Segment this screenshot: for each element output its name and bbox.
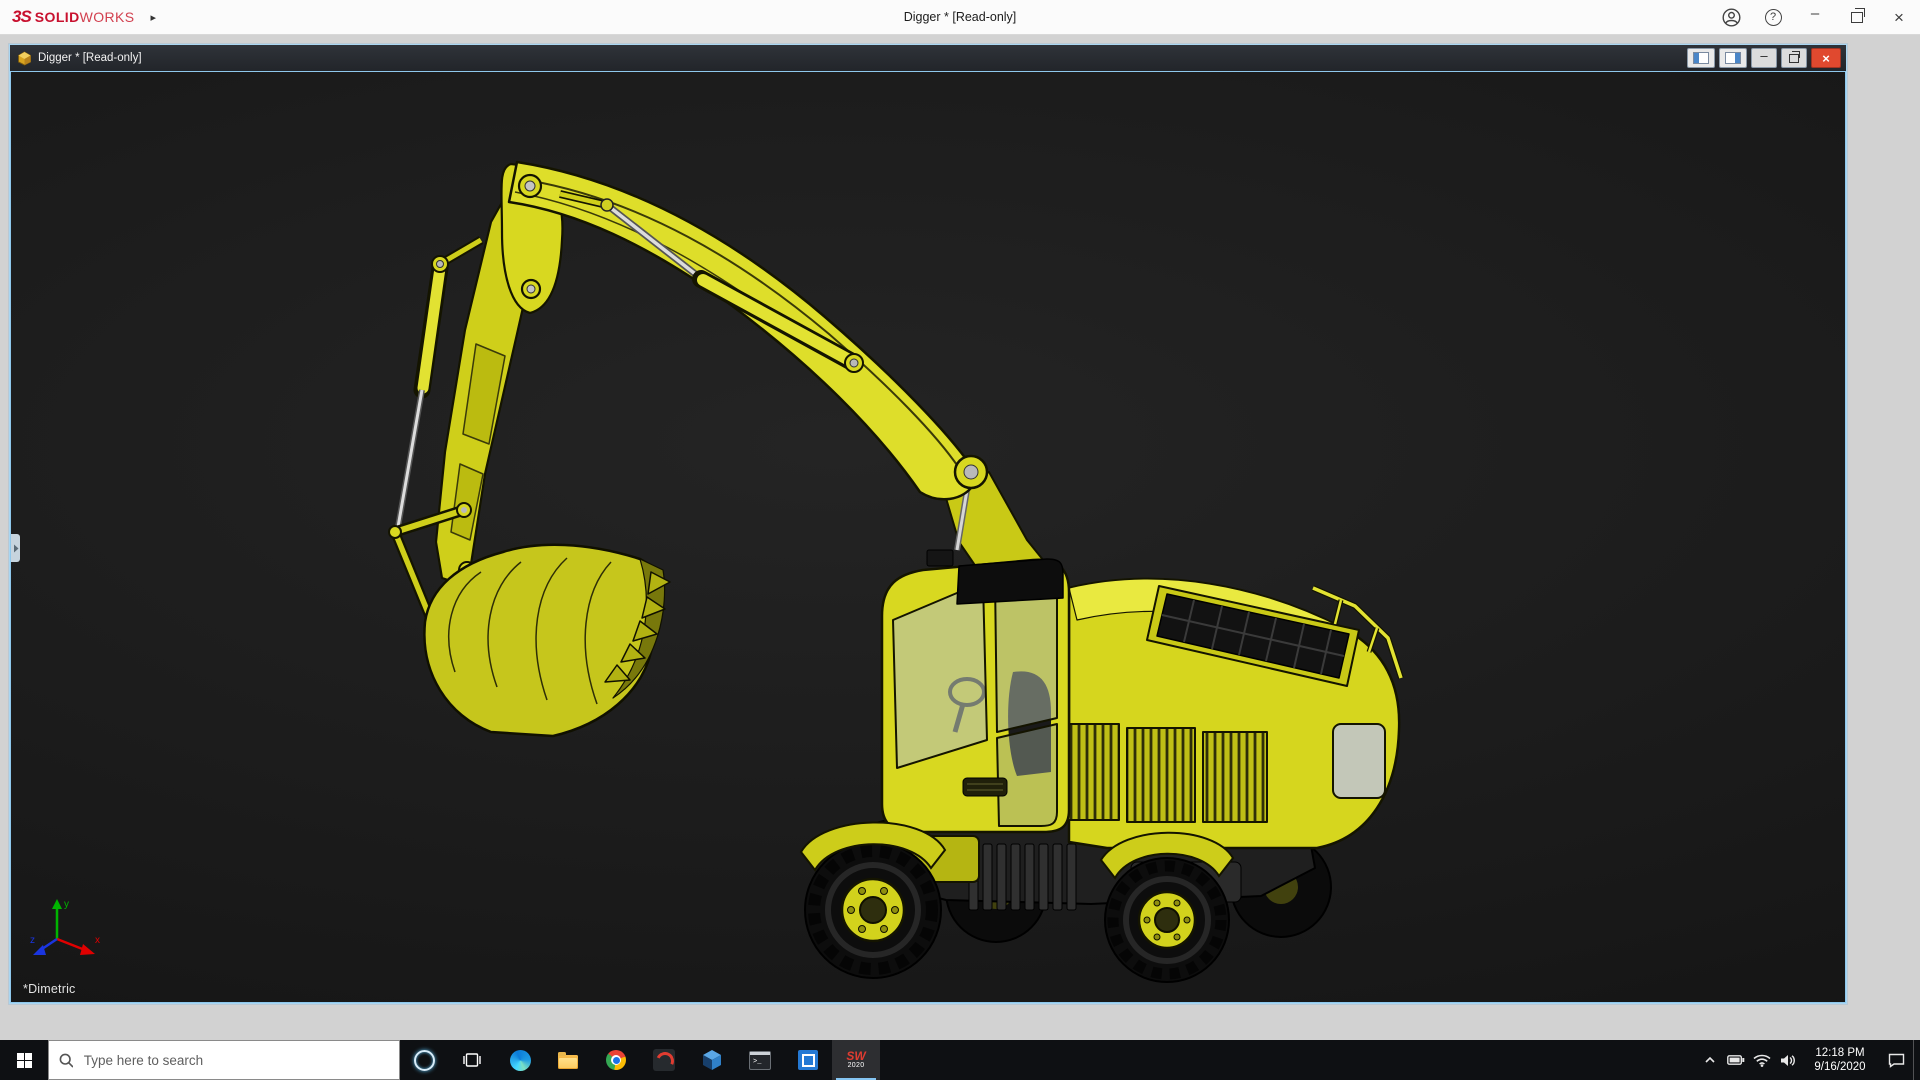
- cab: [882, 550, 1069, 832]
- user-icon: [1722, 8, 1741, 27]
- chevron-up-icon: [1704, 1056, 1716, 1064]
- solidworks-taskbar-icon: SW: [846, 1050, 865, 1062]
- chrome-button[interactable]: [592, 1040, 640, 1080]
- windows-start-icon: [17, 1053, 32, 1068]
- chevron-right-icon: [13, 544, 19, 553]
- action-center-icon: [1888, 1053, 1905, 1068]
- edge-icon: [510, 1050, 531, 1071]
- body-deck: [1051, 579, 1401, 848]
- action-center-button[interactable]: [1879, 1040, 1913, 1080]
- blue-cube-icon: [702, 1049, 722, 1071]
- console-icon: >_: [749, 1051, 771, 1070]
- document-titlebar[interactable]: Digger * [Read-only] – ×: [10, 45, 1846, 71]
- solidworks-logo: 3S SOLID WORKS: [12, 7, 134, 27]
- document-window: Digger * [Read-only] – ×: [9, 44, 1847, 1004]
- solidworks-app: 3S SOLID WORKS ▸ Digger * [Read-only] ? …: [0, 0, 1920, 1080]
- app-button-red-swoosh[interactable]: [640, 1040, 688, 1080]
- close-icon: ×: [1894, 9, 1904, 26]
- minimize-icon: –: [1811, 9, 1819, 19]
- menu-expand-arrow-icon[interactable]: ▸: [150, 11, 156, 24]
- orientation-triad[interactable]: y x z: [29, 895, 109, 970]
- close-button[interactable]: ×: [1878, 0, 1920, 34]
- solidworks-part-icon: [17, 51, 32, 66]
- dassault-3s-logo: 3S: [12, 7, 31, 27]
- pane-left-button[interactable]: [1687, 48, 1715, 68]
- doc-close-icon: ×: [1822, 51, 1830, 66]
- clock-date: 9/16/2020: [1814, 1060, 1865, 1074]
- doc-minimize-icon: –: [1760, 53, 1767, 59]
- volume-button[interactable]: [1775, 1040, 1801, 1080]
- help-button[interactable]: ?: [1752, 0, 1794, 34]
- battery-button[interactable]: [1723, 1040, 1749, 1080]
- chrome-icon: [606, 1050, 626, 1070]
- pane-right-icon: [1725, 52, 1741, 64]
- doc-minimize-button[interactable]: –: [1751, 48, 1777, 68]
- folder-icon: [558, 1055, 578, 1069]
- task-view-icon: [463, 1053, 481, 1067]
- tray-expand-button[interactable]: [1697, 1040, 1723, 1080]
- cortana-button[interactable]: [400, 1040, 448, 1080]
- cortana-icon: [414, 1050, 435, 1071]
- console-button[interactable]: >_: [736, 1040, 784, 1080]
- excavator-model[interactable]: [11, 72, 1845, 1002]
- edge-button[interactable]: [496, 1040, 544, 1080]
- feature-tree-collapse-tab[interactable]: [11, 534, 20, 562]
- axis-x-label: x: [95, 935, 100, 946]
- graphics-viewport[interactable]: y x z *Dimetric: [10, 71, 1846, 1003]
- pane-right-button[interactable]: [1719, 48, 1747, 68]
- axis-y-label: y: [64, 899, 69, 910]
- search-icon: [59, 1053, 73, 1068]
- app-button-cube[interactable]: [688, 1040, 736, 1080]
- start-button[interactable]: [0, 1040, 48, 1080]
- speaker-icon: [1780, 1054, 1796, 1067]
- bucket: [424, 545, 670, 736]
- account-button[interactable]: [1710, 0, 1752, 34]
- restore-button[interactable]: [1836, 0, 1878, 34]
- app-window-title: Digger * [Read-only]: [0, 10, 1920, 24]
- show-desktop-button[interactable]: [1913, 1040, 1920, 1080]
- document-title: Digger * [Read-only]: [38, 52, 142, 64]
- doc-restore-icon: [1789, 54, 1799, 63]
- wifi-icon: [1753, 1054, 1771, 1067]
- minimize-button[interactable]: –: [1794, 0, 1836, 34]
- file-explorer-button[interactable]: [544, 1040, 592, 1080]
- restore-icon: [1851, 12, 1863, 23]
- solidworks-taskbar-button[interactable]: SW 2020: [832, 1040, 880, 1080]
- network-button[interactable]: [1749, 1040, 1775, 1080]
- axis-z-label: z: [30, 935, 35, 946]
- pane-left-icon: [1693, 52, 1709, 64]
- windows-taskbar: >_ SW 2020: [0, 1040, 1920, 1080]
- search-input[interactable]: [82, 1052, 389, 1069]
- help-icon: ?: [1765, 9, 1782, 26]
- doc-close-button[interactable]: ×: [1811, 48, 1841, 68]
- blue-tile-app-icon: [798, 1050, 818, 1070]
- app-button-blue-tile[interactable]: [784, 1040, 832, 1080]
- battery-icon: [1727, 1055, 1745, 1065]
- solidworks-year-badge: 2020: [848, 1062, 865, 1070]
- red-swoosh-app-icon: [653, 1049, 675, 1071]
- app-titlebar[interactable]: 3S SOLID WORKS ▸ Digger * [Read-only] ? …: [0, 0, 1920, 35]
- system-tray: 12:18 PM 9/16/2020: [1697, 1040, 1920, 1080]
- task-view-button[interactable]: [448, 1040, 496, 1080]
- view-orientation-label: *Dimetric: [23, 982, 76, 996]
- doc-restore-button[interactable]: [1781, 48, 1807, 68]
- boom-arm-group: [389, 162, 1069, 620]
- taskbar-search[interactable]: [48, 1040, 400, 1080]
- clock-time: 12:18 PM: [1815, 1046, 1864, 1060]
- taskbar-clock[interactable]: 12:18 PM 9/16/2020: [1801, 1040, 1879, 1080]
